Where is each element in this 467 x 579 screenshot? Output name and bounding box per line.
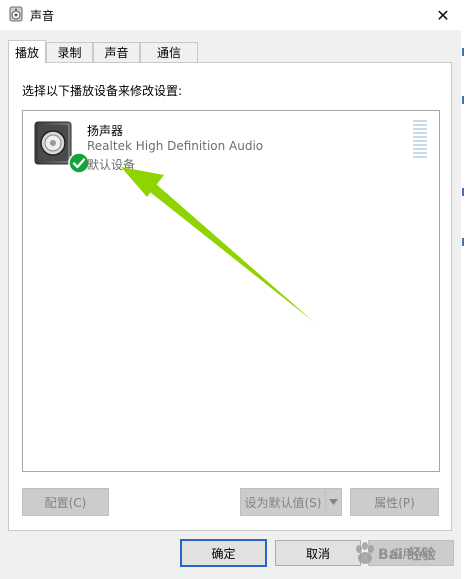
baidu-jingyan-watermark: Bai 经验 [352,532,464,576]
tab-playback[interactable]: 播放 [8,40,46,63]
paw-logo-icon [356,542,374,564]
set-default-dropdown-button[interactable] [325,488,342,516]
speaker-app-icon [9,6,23,22]
level-bar [413,120,427,122]
chevron-down-icon [329,499,338,505]
tab-sounds[interactable]: 声音 [93,42,140,62]
volume-level-meter [413,120,427,160]
device-row[interactable]: 扬声器 Realtek High Definition Audio 默认设备 [23,111,439,175]
level-bar [413,136,427,138]
edge-mark [462,188,464,196]
level-bar [413,124,427,126]
background-window-edge [461,0,467,579]
window-title: 声音 [30,9,55,23]
close-button[interactable]: ✕ [426,0,460,30]
sound-dialog: 声音 ✕ 播放 录制 声音 通信 选择以下播放设备来修改设置: 扬声器 Real… [0,0,462,579]
tab-communications[interactable]: 通信 [140,42,198,62]
instruction-label: 选择以下播放设备来修改设置: [22,84,183,98]
edge-mark [462,96,464,104]
watermark-text: Bai 经验 [378,547,436,563]
configure-button[interactable]: 配置(C) [22,488,109,516]
cancel-button[interactable]: 取消 [275,540,361,566]
level-bar [413,152,427,154]
level-bar [413,128,427,130]
level-bar [413,140,427,142]
tab-recording[interactable]: 录制 [46,42,93,62]
properties-button[interactable]: 属性(P) [350,488,439,516]
playback-panel: 选择以下播放设备来修改设置: 扬声器 Realtek High Definiti… [8,62,452,531]
level-bar [413,148,427,150]
device-driver: Realtek High Definition Audio [87,139,264,153]
edge-mark [462,238,464,246]
level-bar [413,156,427,158]
title-bar: 声音 ✕ [0,0,461,30]
level-bar [413,132,427,134]
ok-button[interactable]: 确定 [180,539,267,567]
set-default-button[interactable]: 设为默认值(S) [240,488,326,516]
device-list: 扬声器 Realtek High Definition Audio 默认设备 [22,110,440,472]
level-bar [413,144,427,146]
close-icon: ✕ [436,5,450,25]
device-status: 默认设备 [87,158,136,172]
device-name: 扬声器 [87,124,124,138]
edge-mark [462,48,464,56]
